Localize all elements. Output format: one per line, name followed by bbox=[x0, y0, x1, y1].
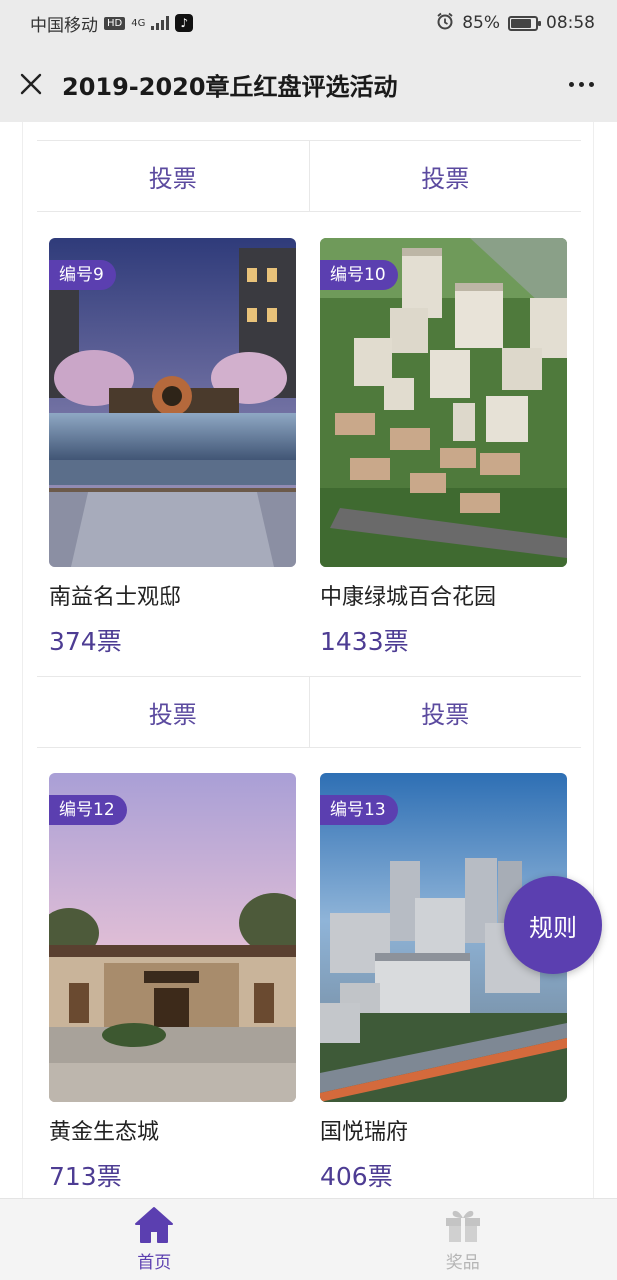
project-number-badge: 编号9 bbox=[49, 260, 116, 290]
battery-icon bbox=[508, 15, 541, 31]
carrier-name: 中国移动 bbox=[30, 15, 98, 36]
project-name: 黄金生态城 bbox=[49, 1120, 160, 1145]
nav-bar: 2019-2020章丘红盘评选活动 bbox=[0, 46, 617, 122]
network-type: 4G bbox=[131, 17, 146, 29]
close-button[interactable] bbox=[0, 46, 62, 122]
alarm-icon bbox=[436, 12, 454, 35]
vote-button[interactable]: 投票 bbox=[37, 677, 309, 747]
project-number-badge: 编号10 bbox=[320, 260, 398, 290]
tiktok-icon: ♪ bbox=[175, 14, 194, 32]
project-name: 中康绿城百合花园 bbox=[320, 585, 497, 610]
rules-button[interactable]: 规则 bbox=[504, 876, 602, 974]
project-number-badge: 编号12 bbox=[49, 795, 127, 825]
page-title: 2019-2020章丘红盘评选活动 bbox=[62, 72, 398, 101]
tab-prizes[interactable]: 奖品 bbox=[309, 1199, 617, 1280]
battery-percent: 85% bbox=[462, 13, 500, 33]
gift-icon bbox=[445, 1210, 480, 1242]
tab-prizes-label: 奖品 bbox=[445, 1253, 480, 1273]
vote-button[interactable]: 投票 bbox=[37, 141, 309, 211]
project-number-badge: 编号13 bbox=[320, 795, 398, 825]
project-card[interactable]: 编号12 黄金生态城 713票 bbox=[49, 773, 296, 1194]
vote-row: 投票 投票 bbox=[37, 140, 581, 212]
more-icon bbox=[568, 81, 574, 87]
vote-button[interactable]: 投票 bbox=[308, 141, 582, 211]
project-photo[interactable]: 编号9 bbox=[49, 238, 296, 567]
status-bar: 中国移动 HD 4G ♪ 85% 08:58 bbox=[0, 0, 617, 46]
vote-button[interactable]: 投票 bbox=[308, 677, 582, 747]
hd-badge: HD bbox=[104, 16, 126, 30]
project-name: 南益名士观邸 bbox=[49, 585, 182, 610]
project-photo[interactable]: 编号12 bbox=[49, 773, 296, 1102]
close-icon bbox=[20, 73, 42, 95]
tab-home-label: 首页 bbox=[137, 1253, 172, 1273]
signal-icon bbox=[151, 16, 170, 30]
vote-count: 1433票 bbox=[320, 627, 409, 656]
project-name: 国悦瑞府 bbox=[320, 1120, 409, 1145]
tab-home[interactable]: 首页 bbox=[0, 1199, 309, 1280]
vote-count: 713票 bbox=[49, 1162, 122, 1191]
more-button[interactable] bbox=[545, 46, 617, 122]
vote-count: 406票 bbox=[320, 1162, 393, 1191]
project-card[interactable]: 编号10 中康绿城百合花园 1433票 bbox=[320, 238, 567, 659]
vote-count: 374票 bbox=[49, 627, 122, 656]
home-icon bbox=[135, 1207, 174, 1243]
main-content[interactable]: 投票 投票 编号9 南益名士观邸 374票 编号10 中康绿城百合花园 1433… bbox=[22, 122, 594, 1198]
project-photo[interactable]: 编号10 bbox=[320, 238, 567, 567]
vote-row: 投票 投票 bbox=[37, 676, 581, 748]
project-card[interactable]: 编号13 国悦瑞府 406票 bbox=[320, 773, 567, 1194]
tab-bar: 首页 奖品 bbox=[0, 1198, 617, 1280]
clock: 08:58 bbox=[546, 13, 595, 33]
project-card[interactable]: 编号9 南益名士观邸 374票 bbox=[49, 238, 296, 659]
